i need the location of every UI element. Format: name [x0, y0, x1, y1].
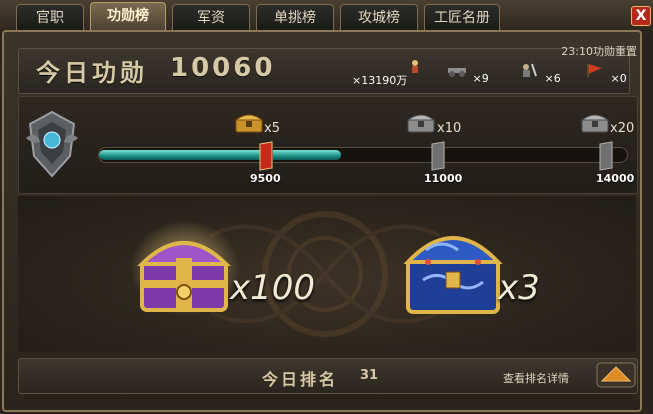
milestone-3-flag-icon [598, 140, 616, 174]
milestone-2-value: 11000 [424, 172, 463, 185]
resource-silver: ×13190万 [352, 60, 418, 88]
resource-soldier-count: ×6 [544, 72, 561, 85]
merit-progress-fill [99, 150, 342, 160]
today-rank-value: 31 [360, 368, 379, 383]
merit-progress-bar [98, 147, 628, 163]
silver-icon [408, 58, 422, 74]
milestone-1-multiplier: x5 [264, 121, 280, 136]
soldier-icon [518, 62, 540, 78]
milestone-2-silver-chest-icon[interactable] [406, 110, 436, 134]
purple-treasure-chest-icon[interactable] [130, 218, 240, 322]
milestone-3-value: 14000 [596, 172, 635, 185]
merit-reset-time: 23:10功勋重置 [561, 45, 637, 58]
up-arrow-icon [596, 362, 636, 388]
milestone-3-multiplier: x20 [610, 121, 635, 136]
today-rank-label: 今日排名 [262, 370, 339, 389]
purple-chest-multiplier: x100 [230, 268, 316, 308]
blue-treasure-chest-icon[interactable] [398, 210, 508, 324]
view-rank-details-link[interactable]: 查看排名详情 [503, 370, 569, 386]
today-merit-value: 10060 [170, 53, 276, 83]
milestone-2-multiplier: x10 [437, 121, 462, 136]
resource-cannon-count: ×9 [472, 72, 489, 85]
tab-official-rank[interactable]: 官职 [16, 4, 84, 30]
resource-cannon: ×9 [446, 62, 489, 88]
tab-siege-ranking[interactable]: 攻城榜 [340, 4, 418, 30]
rank-emblem-icon [22, 108, 82, 180]
tab-bar: 官职 功勋榜 军资 单挑榜 攻城榜 工匠名册 X [0, 0, 653, 32]
merit-progress-area [18, 96, 638, 194]
banner-icon [584, 62, 606, 78]
cannon-icon [446, 62, 468, 78]
tab-merit-ranking[interactable]: 功勋榜 [90, 2, 166, 32]
tab-duel-ranking[interactable]: 单挑榜 [256, 4, 334, 30]
milestone-2-flag-icon [430, 140, 448, 174]
resource-silver-count: ×13190万 [352, 74, 408, 87]
blue-chest-multiplier: x3 [498, 268, 540, 308]
expand-up-arrow-button[interactable] [596, 362, 636, 388]
tab-artisan-roster[interactable]: 工匠名册 [424, 4, 500, 30]
resource-soldier: ×6 [518, 62, 561, 88]
milestone-1-value: 9500 [250, 172, 281, 185]
resource-banner-count: ×0 [610, 72, 627, 85]
tab-military-supplies[interactable]: 军资 [172, 4, 250, 30]
close-button[interactable]: X [631, 6, 651, 26]
today-merit-label: 今日功勋 [36, 59, 148, 87]
milestone-1-gold-chest-icon[interactable] [234, 110, 264, 134]
resource-banner: ×0 [584, 62, 627, 88]
milestone-1-flag-icon [258, 140, 276, 174]
milestone-3-silver-chest-icon[interactable] [580, 110, 610, 134]
